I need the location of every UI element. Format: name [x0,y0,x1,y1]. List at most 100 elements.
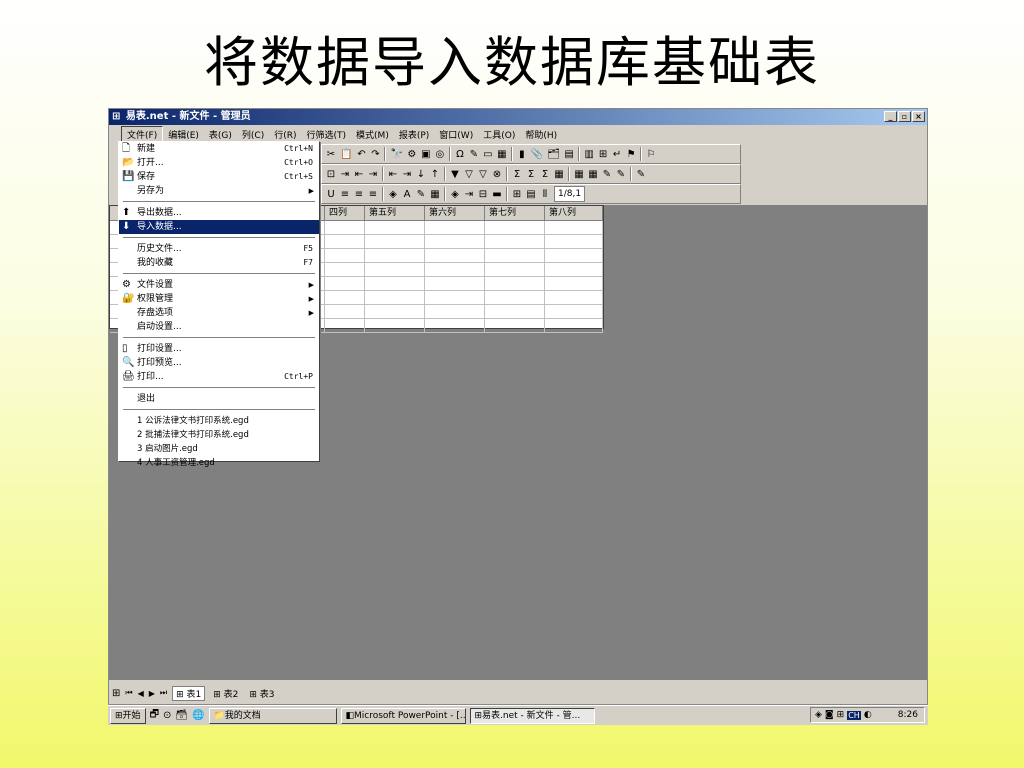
toolbar-button-icon[interactable]: ▤ [526,189,536,200]
column-header[interactable]: 第五列 [365,206,425,220]
toolbar-button-icon[interactable]: ⊡ [326,169,336,180]
explorer-icon[interactable]: 🗃 [175,710,188,721]
menu-item-file-settings[interactable]: ⚙ 文件设置 ▶ [119,278,319,292]
grid-cell[interactable] [425,305,485,318]
restore-button[interactable]: ▫ [898,111,911,122]
grid-cell[interactable] [545,291,603,304]
grid-cell[interactable] [545,305,603,318]
grid-cell[interactable] [425,277,485,290]
menu-item-startup-settings[interactable]: 启动设置... [119,320,319,334]
toolbar-button-icon[interactable]: ↓ [416,169,426,180]
grid-cell[interactable] [485,249,545,262]
toolbar-button-icon[interactable]: ⇥ [368,169,378,180]
menu-item-print-setup[interactable]: ▯ 打印设置... [119,342,319,356]
grid-cell[interactable] [425,291,485,304]
toolbar-button-icon[interactable]: ≡ [354,189,364,200]
toolbar-button-icon[interactable]: ✎ [416,189,426,200]
grid-cell[interactable] [365,305,425,318]
toolbar-button-icon[interactable]: ⚐ [646,149,656,160]
grid-cell[interactable] [365,235,425,248]
menu-item-save-as[interactable]: 另存为 ▶ [119,184,319,198]
menu-item-permissions[interactable]: 🔐 权限管理 ▶ [119,292,319,306]
toolbar-button-icon[interactable]: ↑ [430,169,440,180]
prev-sheet-button[interactable]: ◀ [138,689,144,698]
toolbar-button-icon[interactable]: ⇥ [340,169,350,180]
toolbar-button-icon[interactable]: Σ [512,169,522,180]
menu-report[interactable]: 报表(P) [394,127,434,142]
toolbar-button-icon[interactable]: ⚙ [407,149,417,160]
grid-cell[interactable] [365,249,425,262]
toolbar-button-icon[interactable]: ▽ [464,169,474,180]
toolbar-button-icon[interactable]: ⊞ [598,149,608,160]
toolbar-button-icon[interactable]: ⫴ [540,189,550,200]
menu-item-save-options[interactable]: 存盘选项 ▶ [119,306,319,320]
toolbar-button-icon[interactable]: ≡ [340,189,350,200]
toolbar-button-icon[interactable]: 📎 [531,149,543,160]
column-header[interactable]: 第七列 [485,206,545,220]
toolbar-button-icon[interactable]: ▣ [421,149,431,160]
menu-help[interactable]: 帮助(H) [520,127,562,142]
grid-cell[interactable] [365,277,425,290]
show-desktop-icon[interactable]: 🗗 [150,707,159,724]
toolbar-button-icon[interactable]: Ω [455,149,465,160]
toolbar-button-icon[interactable]: ◈ [388,189,398,200]
toolbar-button-icon[interactable]: Σ [540,169,550,180]
sheet-tab-3[interactable]: ⊞ 表3 [246,687,277,700]
grid-cell[interactable] [485,235,545,248]
menu-tools[interactable]: 工具(O) [478,127,520,142]
menu-item-save[interactable]: 💾 保存 Ctrl+S [119,170,319,184]
grid-cell[interactable] [425,263,485,276]
grid-cell[interactable] [365,291,425,304]
menu-row-filter[interactable]: 行筛选(T) [302,127,352,142]
tray-icon[interactable]: ◙ [825,710,834,720]
toolbar-button-icon[interactable]: ↵ [612,149,622,160]
toolbar-button-icon[interactable]: ▽ [478,169,488,180]
grid-cell[interactable] [485,263,545,276]
toolbar-button-icon[interactable]: ▭ [483,149,493,160]
menu-window[interactable]: 窗口(W) [434,127,478,142]
grid-cell[interactable] [325,263,365,276]
toolbar-button-icon[interactable]: ⚑ [626,149,636,160]
toolbar-button-icon[interactable]: 🔭 [390,149,402,160]
menu-item-favorites[interactable]: 我的收藏 F7 [119,256,319,270]
grid-cell[interactable] [425,221,485,234]
recent-file-item[interactable]: 1 公诉法律文书打印系统.egd [119,414,319,428]
input-method-indicator[interactable]: CH [847,710,861,720]
taskbar-my-documents[interactable]: 📁我的文档 [208,707,337,724]
toolbar-button-icon[interactable]: ▥ [584,149,594,160]
toolbar-button-icon[interactable]: ▦ [574,169,584,180]
tray-icon[interactable]: ⊞ [837,710,845,720]
grid-cell[interactable] [485,319,545,332]
grid-cell[interactable] [325,221,365,234]
grid-cell[interactable] [325,277,365,290]
menu-item-history[interactable]: 历史文件... F5 [119,242,319,256]
toolbar-button-icon[interactable]: Σ [526,169,536,180]
toolbar-button-icon[interactable]: ▬ [492,189,502,200]
toolbar-button-icon[interactable]: ▦ [430,189,440,200]
tray-icon[interactable]: ◐ [864,710,872,720]
taskbar-yibiao[interactable]: ⊞易表.net - 新文件 - 管... [469,707,595,724]
toolbar-button-icon[interactable]: ⇤ [388,169,398,180]
last-sheet-button[interactable]: ⏭ [160,688,167,698]
window-titlebar[interactable]: ⊞ 易表.net - 新文件 - 管理员 _ ▫ × [109,109,927,125]
toolbar-button-icon[interactable]: 📋 [340,149,352,160]
recent-file-item[interactable]: 2 批捕法律文书打印系统.egd [119,428,319,442]
grid-cell[interactable] [545,263,603,276]
grid-cell[interactable] [545,235,603,248]
grid-cell[interactable] [425,249,485,262]
menu-item-new[interactable]: 🗋 新建 Ctrl+N [119,142,319,156]
menu-item-open[interactable]: 📂 打开... Ctrl+O [119,156,319,170]
column-header[interactable]: 四列 [325,206,365,220]
grid-cell[interactable] [325,291,365,304]
media-player-icon[interactable]: ⊙ [163,710,171,721]
toolbar-button-icon[interactable]: ≡ [368,189,378,200]
menu-file[interactable]: 文件(F) [121,125,164,143]
toolbar-button-icon[interactable]: ↷ [370,149,380,160]
browser-icon[interactable]: 🌐 [192,710,204,721]
menu-column[interactable]: 列(C) [237,127,269,142]
toolbar-button-icon[interactable]: ▦ [497,149,507,160]
grid-cell[interactable] [485,277,545,290]
grid-cell[interactable] [485,305,545,318]
toolbar-button-icon[interactable]: ⊗ [492,169,502,180]
menu-edit[interactable]: 编辑(E) [163,127,204,142]
